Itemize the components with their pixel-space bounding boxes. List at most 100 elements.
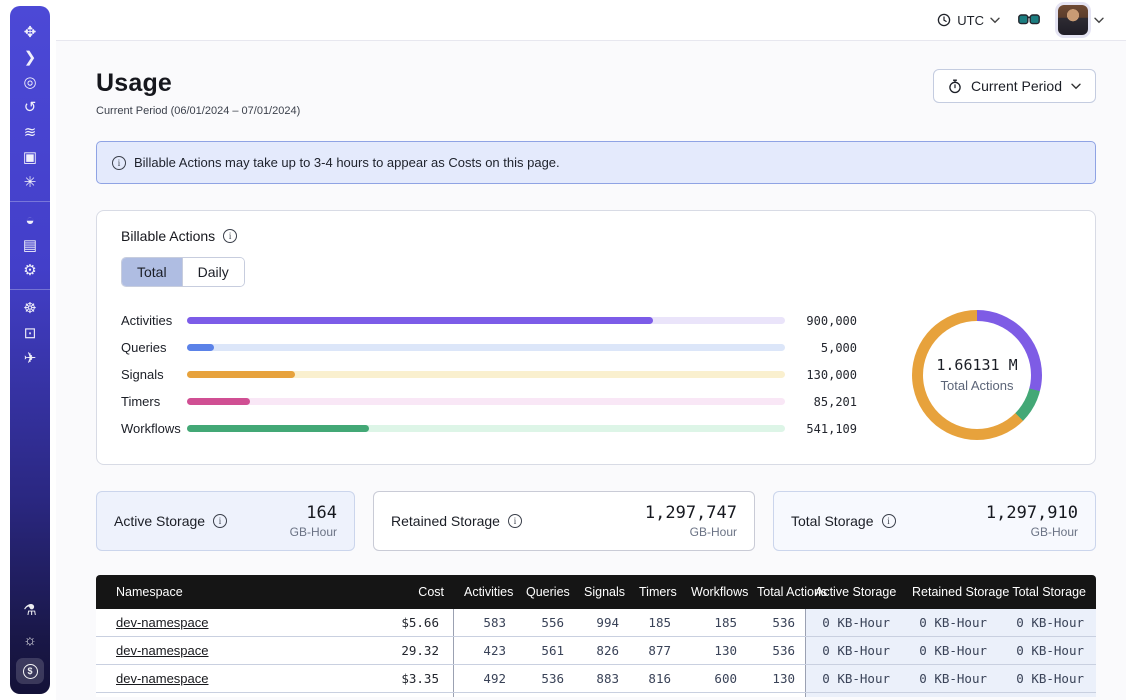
bar-label: Queries — [121, 340, 187, 355]
info-icon[interactable]: i — [223, 229, 237, 243]
bar-track — [187, 398, 785, 405]
flask-icon[interactable]: ⚗ — [16, 598, 44, 623]
info-icon[interactable]: i — [882, 514, 896, 528]
account-menu[interactable] — [1058, 5, 1104, 35]
tab-total[interactable]: Total — [122, 258, 182, 286]
bar-fill — [187, 425, 369, 432]
value-cell: 536 — [747, 615, 805, 630]
bar-label: Signals — [121, 367, 187, 382]
total-storage-value: 1,297,910 — [986, 503, 1078, 523]
terminal-feedback-icon[interactable]: ⊡ — [16, 321, 44, 346]
value-cell: 130 — [681, 643, 747, 658]
value-cell — [999, 693, 1096, 697]
asterisk-icon[interactable]: ✳ — [16, 170, 44, 195]
value-cell: 536 — [747, 643, 805, 658]
column-header: Timers — [629, 585, 681, 599]
value-cell: 0 KB-Hour — [902, 665, 999, 692]
value-cell: 0 KB-Hour — [805, 665, 902, 692]
value-cell: 492 — [454, 671, 516, 686]
value-cell: $5.66 — [346, 609, 454, 636]
chevron-right-expand-icon[interactable]: ❯ — [16, 45, 44, 70]
billable-actions-card: Billable Actions i TotalDaily Activities… — [96, 210, 1096, 465]
donut-total-label: Total Actions — [941, 378, 1014, 393]
chevron-down-icon — [990, 17, 1000, 24]
value-cell: 561 — [516, 643, 574, 658]
total-storage-unit: GB-Hour — [986, 525, 1078, 539]
table-row: dev-namespace29.324235618268771305360 KB… — [96, 637, 1096, 665]
value-cell: 0 KB-Hour — [999, 637, 1096, 664]
namespace-link[interactable]: dev-namespace — [116, 671, 209, 686]
retained-storage-unit: GB-Hour — [645, 525, 737, 539]
sidebar-groups: ✥❯◎↺≋▣✳◒▤⚙☸⊡✈ — [10, 14, 50, 377]
layers-icon[interactable]: ≋ — [16, 120, 44, 145]
value-cell: 0 KB-Hour — [902, 637, 999, 664]
page-subtitle: Current Period (06/01/2024 – 07/01/2024) — [96, 105, 300, 117]
bar-value: 5,000 — [785, 341, 857, 355]
eye-icon[interactable]: ◎ — [16, 70, 44, 95]
value-cell: 556 — [516, 615, 574, 630]
chevron-down-icon — [1071, 83, 1081, 90]
active-storage-card: Active Storage i 164 GB-Hour — [96, 491, 355, 551]
table-header-row: NamespaceCostActivitiesQueriesSignalsTim… — [96, 575, 1096, 609]
info-banner: i Billable Actions may take up to 3-4 ho… — [96, 141, 1096, 184]
info-icon[interactable]: i — [508, 514, 522, 528]
bar-value: 900,000 — [785, 314, 857, 328]
page-title: Usage — [96, 69, 300, 98]
value-cell: 185 — [681, 615, 747, 630]
timezone-selector[interactable]: UTC — [937, 13, 1000, 28]
bar-fill — [187, 344, 214, 351]
retained-storage-card: Retained Storage i 1,297,747 GB-Hour — [373, 491, 755, 551]
avatar — [1058, 5, 1088, 35]
sidebar-group: ☸⊡✈ — [10, 289, 50, 377]
bar-track — [187, 371, 785, 378]
bar-row-signals: Signals130,000 — [121, 361, 857, 388]
sidebar-bottom-group: ⚗ ☼ $ — [10, 598, 50, 684]
value-cell: 0 KB-Hour — [999, 665, 1096, 692]
timezone-label: UTC — [957, 13, 984, 28]
bar-fill — [187, 371, 295, 378]
column-header: Signals — [574, 585, 629, 599]
value-cell: 536 — [516, 671, 574, 686]
sun-icon[interactable]: ☼ — [16, 628, 44, 653]
rocket-icon[interactable]: ✈ — [16, 346, 44, 371]
column-header: Total Storage — [999, 585, 1096, 599]
clock-icon — [937, 13, 951, 27]
banner-text: Billable Actions may take up to 3-4 hour… — [134, 155, 560, 170]
bar-fill — [187, 398, 250, 405]
column-header: Active Storage — [805, 585, 902, 599]
namespace-cell: dev-namespace — [96, 643, 346, 658]
bar-track — [187, 344, 785, 351]
history-arrow-icon[interactable]: ↺ — [16, 95, 44, 120]
credit-card-icon[interactable]: ▤ — [16, 233, 44, 258]
cube-icon[interactable]: ▣ — [16, 145, 44, 170]
current-period-dropdown[interactable]: Current Period — [933, 69, 1096, 103]
namespace-link[interactable]: dev-namespace — [116, 643, 209, 658]
bar-track — [187, 317, 785, 324]
column-header: Cost — [346, 585, 454, 599]
value-cell: 29.32 — [346, 637, 454, 664]
value-cell: 0 KB-Hour — [902, 609, 999, 636]
table-row: dev-namespace$3.354925368838166001300 KB… — [96, 665, 1096, 693]
gauge-icon[interactable]: ◒ — [16, 208, 44, 233]
value-cell: 130 — [747, 671, 805, 686]
sidebar-group: ✥❯◎↺≋▣✳ — [10, 14, 50, 201]
value-cell: 0 KB-Hour — [805, 637, 902, 664]
bar-track — [187, 425, 785, 432]
lifebuoy-icon[interactable]: ☸ — [16, 296, 44, 321]
dollar-coin-icon[interactable]: $ — [16, 658, 44, 684]
glasses-icon[interactable] — [1018, 14, 1040, 27]
value-cell: 0 KB-Hour — [805, 609, 902, 636]
value-cell — [346, 693, 454, 697]
bar-value: 85,201 — [785, 395, 857, 409]
gear-icon[interactable]: ⚙ — [16, 258, 44, 283]
info-icon[interactable]: i — [213, 514, 227, 528]
namespace-link[interactable]: dev-namespace — [116, 615, 209, 630]
tab-daily[interactable]: Daily — [182, 258, 244, 286]
sidebar-group: ◒▤⚙ — [10, 201, 50, 289]
active-storage-unit: GB-Hour — [290, 525, 337, 539]
active-storage-value: 164 — [290, 503, 337, 523]
value-cell: 826 — [574, 643, 629, 658]
temporal-logo-icon[interactable]: ✥ — [16, 20, 44, 45]
value-cell — [902, 693, 999, 697]
table-row: dev-namespace — [96, 693, 1096, 697]
